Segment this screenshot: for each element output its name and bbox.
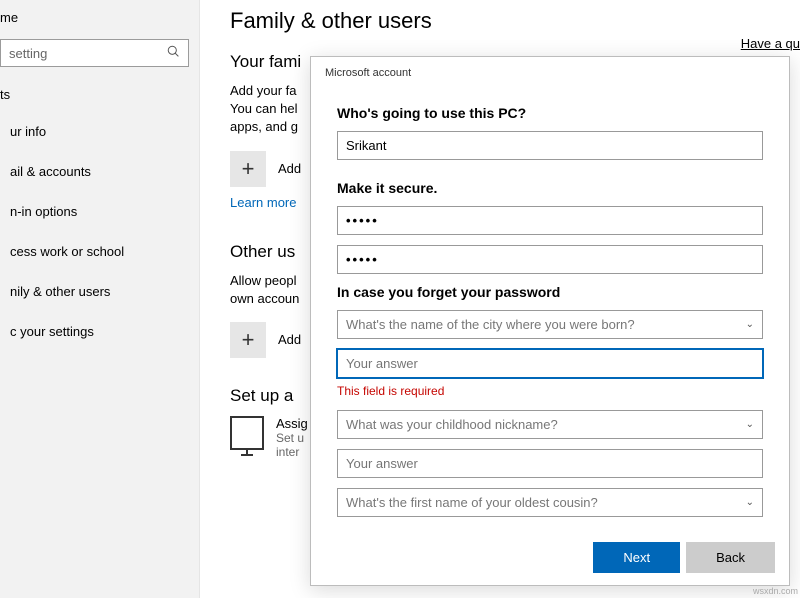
microsoft-account-dialog: Microsoft account Who's going to use thi… [310,56,790,586]
prompt-who-uses-pc: Who's going to use this PC? [337,105,763,121]
prompt-make-secure: Make it secure. [337,180,763,196]
back-button[interactable]: Back [686,542,775,573]
security-answer-1-input[interactable] [337,349,763,378]
search-input[interactable]: setting [0,39,189,67]
plus-icon: + [242,156,255,182]
search-icon [167,45,180,61]
password-input[interactable]: ••••• [337,206,763,235]
sidebar-item-email-accounts[interactable]: ail & accounts [0,152,199,192]
have-question-link[interactable]: Have a qu [741,36,800,51]
security-question-2-select[interactable]: What was your childhood nickname? ⌄ [337,410,763,439]
assigned-access-label: Assig [276,416,308,431]
settings-sidebar: me setting ts ur info ail & accounts n-i… [0,0,200,598]
sidebar-item-family-other-users[interactable]: nily & other users [0,272,199,312]
page-title: Family & other users [230,8,776,34]
security-question-3-select[interactable]: What's the first name of your oldest cou… [337,488,763,517]
password-confirm-input[interactable]: ••••• [337,245,763,274]
chevron-down-icon: ⌄ [746,319,754,330]
dialog-title: Microsoft account [311,57,789,95]
chevron-down-icon: ⌄ [746,497,754,508]
error-required: This field is required [337,384,763,398]
username-input[interactable] [337,131,763,160]
sidebar-category: ts [0,81,199,112]
sidebar-item-your-info[interactable]: ur info [0,112,199,152]
chevron-down-icon: ⌄ [746,419,754,430]
kiosk-icon [230,416,264,450]
search-value: setting [9,46,47,61]
home-link[interactable]: me [0,0,199,31]
sidebar-item-access-work[interactable]: cess work or school [0,232,199,272]
sidebar-item-signin-options[interactable]: n-in options [0,192,199,232]
security-question-1-value: What's the name of the city where you we… [346,317,635,332]
add-other-user-button[interactable]: + [230,322,266,358]
add-family-member-button[interactable]: + [230,151,266,187]
add-family-label: Add [278,161,301,176]
security-question-2-value: What was your childhood nickname? [346,417,558,432]
sidebar-item-sync-settings[interactable]: c your settings [0,312,199,352]
prompt-forget-password: In case you forget your password [337,284,763,300]
security-question-3-value: What's the first name of your oldest cou… [346,495,598,510]
security-question-1-select[interactable]: What's the name of the city where you we… [337,310,763,339]
assigned-access-sub1: Set u [276,431,308,445]
next-button[interactable]: Next [593,542,680,573]
add-other-label: Add [278,332,301,347]
security-answer-2-input[interactable] [337,449,763,478]
watermark: wsxdn.com [753,586,798,596]
assigned-access-sub2: inter [276,445,308,459]
learn-more-link[interactable]: Learn more [230,195,296,210]
plus-icon: + [242,327,255,353]
